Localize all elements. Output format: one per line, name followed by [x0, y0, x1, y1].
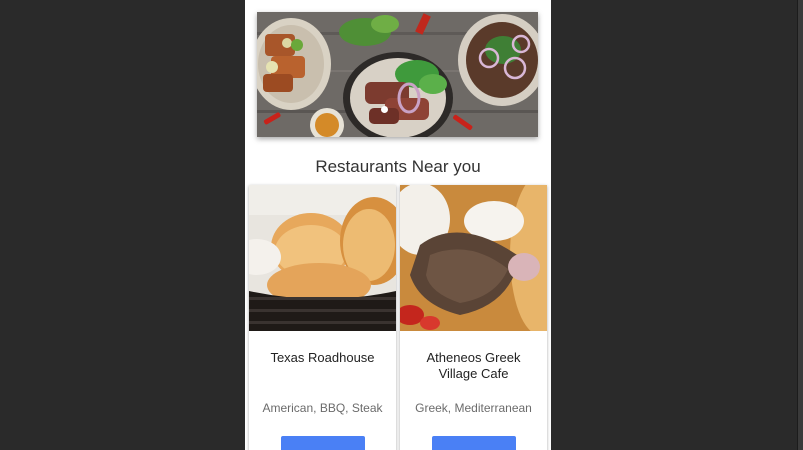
- restaurant-image: [249, 185, 396, 331]
- restaurant-name: Atheneos Greek Village Cafe: [426, 350, 521, 381]
- window-edge: [797, 0, 803, 450]
- restaurant-cuisine: American, BBQ, Steak: [262, 401, 383, 415]
- restaurant-cuisine: Greek, Mediterranean: [415, 401, 532, 415]
- view-restaurant-button[interactable]: [281, 436, 365, 450]
- carousel-indicator-dot[interactable]: [381, 106, 388, 113]
- view-restaurant-button[interactable]: [432, 436, 516, 450]
- hero-food-image: [257, 12, 538, 137]
- section-title: Restaurants Near you: [315, 157, 481, 176]
- hero-carousel[interactable]: [257, 12, 538, 137]
- restaurant-card[interactable]: Texas Roadhouse American, BBQ, Steak: [249, 185, 396, 450]
- restaurant-image: [400, 185, 547, 331]
- app-screen: Restaurants Near you Texas Roadhouse Ame…: [245, 0, 551, 450]
- restaurant-card[interactable]: Atheneos Greek Village Cafe Greek, Medit…: [400, 185, 547, 450]
- restaurant-name: Texas Roadhouse: [270, 350, 375, 365]
